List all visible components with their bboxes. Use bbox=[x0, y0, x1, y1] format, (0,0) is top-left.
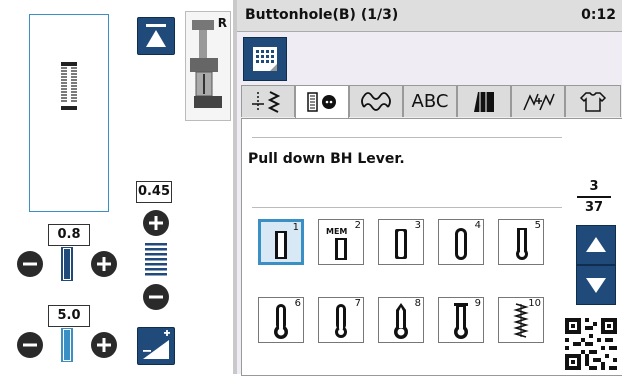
stitch-2[interactable]: MEM 2 bbox=[318, 219, 364, 265]
foot-letter: R bbox=[217, 16, 227, 30]
separator-bottom bbox=[252, 207, 562, 208]
page-down-button[interactable] bbox=[576, 265, 616, 305]
tab-decorative[interactable] bbox=[349, 85, 403, 117]
length-increase-button[interactable] bbox=[91, 251, 117, 277]
arrow-down-icon bbox=[586, 278, 606, 293]
page-indicator: 3 37 bbox=[577, 179, 611, 215]
utility-stitch-icon bbox=[252, 91, 281, 113]
plus-icon bbox=[149, 216, 163, 230]
reinforcement-button[interactable] bbox=[137, 327, 175, 365]
stitch-number: 4 bbox=[474, 220, 481, 231]
length-decrease-button[interactable] bbox=[17, 251, 43, 277]
page-current: 3 bbox=[589, 179, 599, 194]
shirt-icon bbox=[579, 92, 607, 112]
stitch-number: 7 bbox=[354, 298, 361, 309]
plus-icon bbox=[97, 338, 111, 352]
arrow-up-icon bbox=[586, 237, 606, 252]
page-fraction-line bbox=[577, 196, 611, 198]
page-up-button[interactable] bbox=[576, 225, 616, 265]
title-bar: Buttonhole(B) (1/3) 0:12 bbox=[237, 0, 622, 32]
stitch-6[interactable]: 6 bbox=[258, 297, 304, 343]
qr-code-icon[interactable] bbox=[565, 318, 617, 370]
stitch-number: 3 bbox=[414, 220, 421, 231]
stitch-10[interactable]: 10 bbox=[498, 297, 544, 343]
stitch-density-value: 5.0 bbox=[48, 305, 90, 327]
stitch-5[interactable]: 5 bbox=[498, 219, 544, 265]
tab-buttonhole[interactable] bbox=[295, 85, 349, 119]
page-total: 37 bbox=[584, 200, 604, 215]
separator-top bbox=[252, 137, 562, 138]
stitch-width-value: 0.45 bbox=[136, 181, 172, 203]
tab-satin[interactable] bbox=[457, 85, 511, 117]
stitch-length-value: 0.8 bbox=[48, 224, 90, 246]
decorative-stitch-icon bbox=[361, 92, 391, 111]
stitch-7[interactable]: 7 bbox=[318, 297, 364, 343]
buttonhole-width-icon bbox=[61, 247, 73, 281]
tab-alphabet[interactable]: ABC bbox=[403, 85, 457, 117]
stitch-number: 5 bbox=[534, 220, 541, 231]
stitch-number: 10 bbox=[528, 298, 541, 309]
buttonhole-preview-icon bbox=[61, 62, 77, 110]
stitch-3[interactable]: 3 bbox=[378, 219, 424, 265]
stitch-number: 6 bbox=[294, 298, 301, 309]
screen-title: Buttonhole(B) (1/3) bbox=[245, 7, 399, 23]
satin-stitch-icon bbox=[474, 92, 494, 112]
minus-icon bbox=[149, 295, 163, 299]
stitch-4[interactable]: 4 bbox=[438, 219, 484, 265]
presser-foot-indicator: R bbox=[185, 11, 231, 121]
clock: 0:12 bbox=[581, 7, 616, 23]
minus-icon bbox=[23, 343, 37, 347]
instruction-message: Pull down BH Lever. bbox=[248, 151, 405, 167]
category-tabs: ABC bbox=[241, 85, 621, 119]
stitch-number: 9 bbox=[474, 298, 481, 309]
stitch-8[interactable]: 8 bbox=[378, 297, 424, 343]
stitch-density-icon bbox=[145, 243, 167, 276]
settings-panel: R 0.45 0.8 5.0 bbox=[0, 0, 232, 374]
tab-quilting[interactable] bbox=[565, 85, 621, 117]
width-decrease-button[interactable] bbox=[143, 284, 169, 310]
minus-icon bbox=[23, 262, 37, 266]
memory-button[interactable] bbox=[243, 37, 287, 81]
stitch-preview bbox=[29, 14, 109, 212]
stitch-number: 8 bbox=[414, 298, 421, 309]
stitch-number: 1 bbox=[292, 222, 299, 233]
stitch-1[interactable]: 1 bbox=[258, 219, 304, 265]
reinforcement-icon bbox=[143, 330, 170, 359]
buttonhole-length-icon bbox=[61, 328, 73, 362]
density-decrease-button[interactable] bbox=[17, 332, 43, 358]
stitch-number: 2 bbox=[354, 220, 361, 231]
plus-icon bbox=[97, 257, 111, 271]
tab-utility[interactable] bbox=[241, 85, 295, 117]
memory-icon bbox=[253, 47, 277, 71]
buttonhole-icon bbox=[307, 92, 336, 112]
cross-stitch-icon bbox=[523, 93, 555, 111]
density-increase-button[interactable] bbox=[91, 332, 117, 358]
tab-cross-stitch[interactable] bbox=[511, 85, 565, 117]
stitch-9[interactable]: 9 bbox=[438, 297, 484, 343]
needle-position-button[interactable] bbox=[137, 17, 175, 55]
width-increase-button[interactable] bbox=[143, 210, 169, 236]
needle-up-icon bbox=[146, 24, 166, 47]
alphabet-label: ABC bbox=[411, 91, 449, 112]
